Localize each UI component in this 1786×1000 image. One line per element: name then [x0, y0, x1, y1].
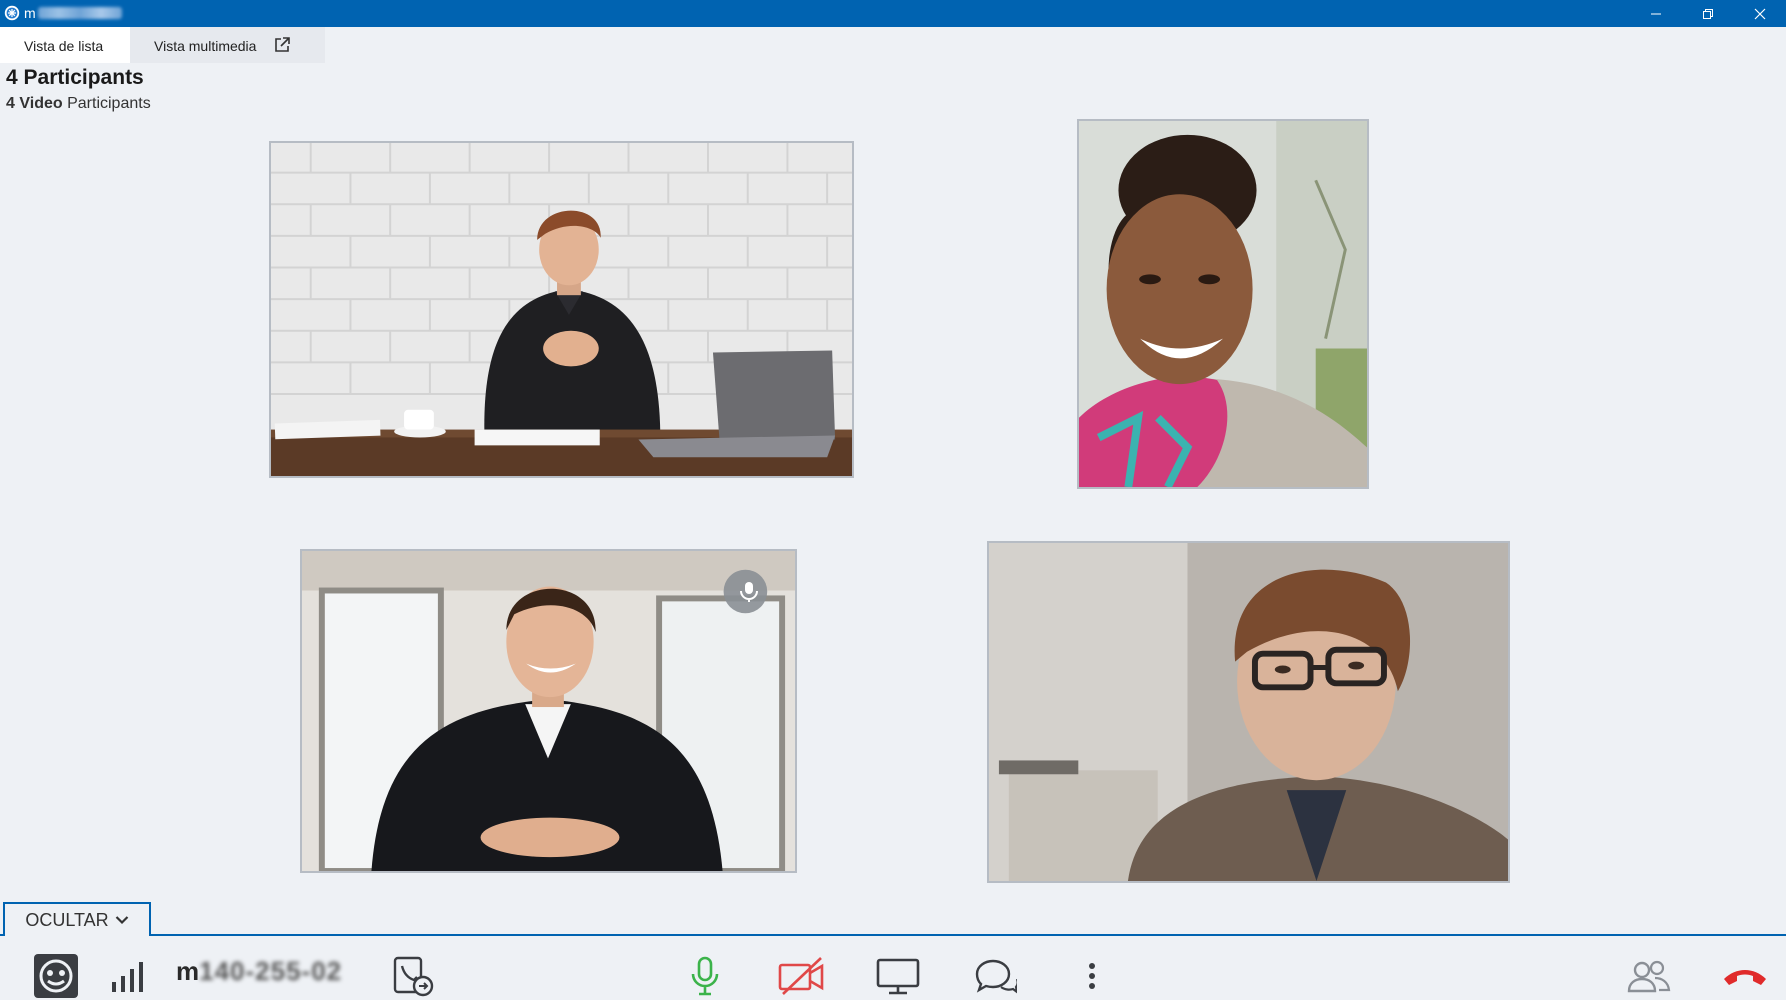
close-button[interactable]: [1734, 0, 1786, 27]
video-label: Video: [19, 95, 63, 112]
participants-icon: [1627, 960, 1671, 993]
call-transfer-icon: [393, 956, 434, 997]
video-tile-2[interactable]: [1077, 119, 1369, 489]
video-tile-1[interactable]: [269, 141, 854, 478]
hang-up-icon: [1724, 970, 1766, 985]
video-suffix: Participants: [67, 95, 151, 112]
participants-label: Participants: [23, 66, 144, 89]
video-feed-3: [302, 551, 795, 871]
chevron-down-icon: [115, 916, 128, 925]
hide-toolbar-button[interactable]: OCULTAR: [3, 902, 151, 936]
participants-count: 4 Participants: [6, 66, 144, 90]
video-feed-4: [989, 543, 1508, 881]
minimize-button[interactable]: [1630, 0, 1682, 27]
hang-up-button[interactable]: [1720, 954, 1770, 998]
hide-label: OCULTAR: [25, 909, 109, 930]
microphone-icon: [691, 956, 719, 996]
chat-icon: [975, 959, 1017, 994]
chat-button[interactable]: [968, 954, 1020, 998]
video-feed-2: [1079, 121, 1367, 487]
video-tile-3[interactable]: [300, 549, 797, 873]
screen-share-icon: [876, 958, 920, 995]
camera-toggle-button[interactable]: [774, 954, 830, 998]
participants-number: 4: [6, 66, 18, 89]
call-transfer-button[interactable]: [388, 954, 438, 998]
app-logo-icon: [4, 5, 20, 21]
pop-out-icon[interactable]: [272, 35, 292, 55]
view-tabs: Vista de lista Vista multimedia: [0, 27, 325, 63]
close-icon: [1754, 8, 1766, 19]
window-title-text: m: [24, 5, 36, 21]
video-participants-count: 4 Video Participants: [6, 95, 151, 113]
avatar-button[interactable]: [32, 954, 80, 998]
screen-share-button[interactable]: [872, 954, 924, 998]
more-options-icon: [1089, 963, 1095, 989]
camera-off-icon: [778, 957, 824, 995]
restore-icon: [1703, 8, 1713, 19]
call-toolbar: m 140-255-02: [0, 936, 1786, 1000]
avatar-icon: [34, 954, 78, 998]
microphone-button[interactable]: [680, 954, 730, 998]
video-number: 4: [6, 95, 15, 112]
speaker-icon: [740, 582, 758, 602]
restore-button[interactable]: [1682, 0, 1734, 27]
video-tile-4[interactable]: [987, 541, 1510, 883]
signal-strength: [104, 954, 152, 998]
more-options-button[interactable]: [1080, 954, 1104, 998]
title-bar: m: [0, 0, 1786, 27]
caller-number-obscured: 140-255-02: [199, 956, 343, 986]
minimize-icon: [1651, 13, 1661, 14]
tab-list-view[interactable]: Vista de lista: [0, 27, 130, 63]
signal-strength-icon: [112, 962, 143, 992]
obscured-title: [37, 7, 122, 19]
caller-number-prefix: m: [176, 956, 200, 986]
participants-button[interactable]: [1626, 954, 1672, 998]
caller-number: m 140-255-02: [176, 956, 342, 987]
window-title: m: [24, 5, 122, 22]
tab-media-view[interactable]: Vista multimedia: [130, 27, 280, 63]
video-feed-1: [271, 143, 852, 476]
